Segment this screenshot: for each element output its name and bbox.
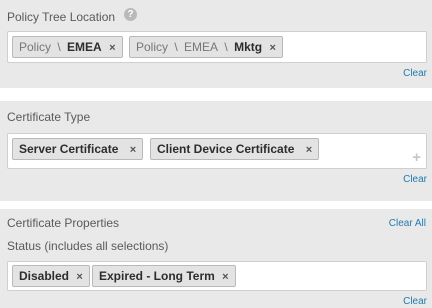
policy-tree-location-title: Policy Tree Location xyxy=(7,10,116,24)
certificate-properties-panel: Certificate Properties Clear All Status … xyxy=(0,209,432,308)
remove-chip-icon[interactable]: × xyxy=(306,144,312,156)
chip-prefix: Policy xyxy=(136,40,169,54)
chip-label: Disabled xyxy=(19,269,70,283)
chip-label: Expired - Long Term xyxy=(99,269,215,283)
status-filter-box[interactable]: Disabled × Expired - Long Term × xyxy=(7,261,427,291)
clear-status-link[interactable]: Clear xyxy=(403,296,427,307)
certificate-type-chip: Server Certificate × xyxy=(12,138,144,160)
chip-separator: \ xyxy=(57,40,61,54)
remove-chip-icon[interactable]: × xyxy=(130,144,136,156)
chip-prefix: Policy xyxy=(19,40,52,54)
certificate-type-chip: Client Device Certificate × xyxy=(150,138,320,160)
policy-tree-location-panel: Policy Tree Location ? Policy \ EMEA × P… xyxy=(0,0,432,88)
status-chip: Disabled × xyxy=(12,265,90,287)
policy-tree-filter-box[interactable]: Policy \ EMEA × Policy \ EMEA \ Mktg × xyxy=(7,31,427,63)
chip-separator: \ xyxy=(174,40,178,54)
clear-certificate-type-link[interactable]: Clear xyxy=(403,174,427,185)
chip-separator: \ xyxy=(224,40,228,54)
chip-label: Server Certificate xyxy=(19,142,119,156)
clear-policy-tree-link[interactable]: Clear xyxy=(403,68,427,79)
certificate-type-title: Certificate Type xyxy=(7,110,91,124)
chip-label: Client Device Certificate xyxy=(157,142,295,156)
remove-chip-icon[interactable]: × xyxy=(222,271,228,283)
certificate-properties-title: Certificate Properties xyxy=(7,216,120,230)
remove-chip-icon[interactable]: × xyxy=(269,42,275,54)
chip-label: EMEA xyxy=(67,40,102,54)
status-label: Status (includes all selections) xyxy=(7,239,169,253)
clear-all-link[interactable]: Clear All xyxy=(389,218,426,229)
policy-chip-emea-mktg: Policy \ EMEA \ Mktg × xyxy=(129,36,283,58)
status-chip: Expired - Long Term × xyxy=(92,265,236,287)
certificate-type-panel: Certificate Type Server Certificate × Cl… xyxy=(0,101,432,201)
help-icon[interactable]: ? xyxy=(124,8,137,21)
chip-label: Mktg xyxy=(234,40,263,54)
chip-middle: EMEA xyxy=(184,40,219,54)
remove-chip-icon[interactable]: × xyxy=(76,271,82,283)
certificate-type-filter-box[interactable]: Server Certificate × Client Device Certi… xyxy=(7,133,427,169)
policy-chip-emea: Policy \ EMEA × xyxy=(12,36,123,58)
add-plus-icon[interactable]: + xyxy=(412,150,421,165)
remove-chip-icon[interactable]: × xyxy=(109,42,115,54)
